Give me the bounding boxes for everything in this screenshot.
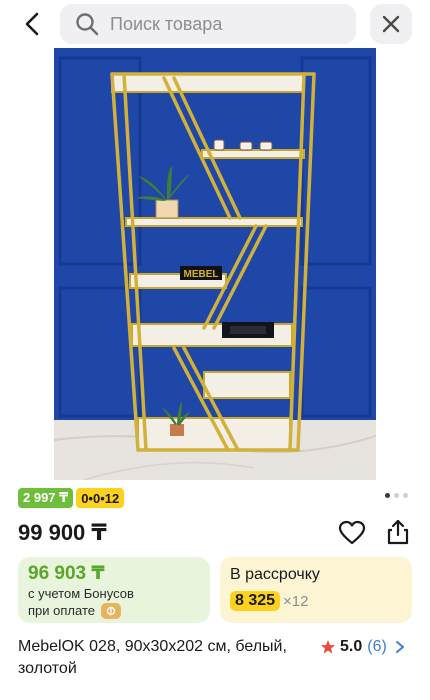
share-icon: [387, 519, 409, 545]
rating-score: 5.0: [340, 638, 363, 655]
search-icon: [76, 13, 99, 36]
bonus-note-line1: с учетом Бонусов: [28, 586, 134, 601]
pagination-dot[interactable]: [403, 493, 408, 498]
share-button[interactable]: [384, 518, 412, 546]
gallery-pagination: [385, 493, 408, 498]
installment-amount: 8 325: [230, 591, 281, 611]
heart-icon: [338, 520, 366, 545]
installment-card[interactable]: В рассрочку 8 325 ×12: [220, 557, 412, 623]
search-input[interactable]: Поиск товара: [60, 4, 356, 44]
chevron-right-icon: [395, 641, 404, 653]
chevron-left-icon: [25, 12, 39, 36]
brand-sign-text: MEBEL: [184, 269, 219, 280]
bonus-price: 96 903 ₸: [28, 563, 105, 584]
bonus-note-line2: при оплате: [28, 603, 95, 618]
rating-link[interactable]: 5.0 (6): [320, 636, 405, 658]
favorite-button[interactable]: [338, 520, 366, 546]
review-count[interactable]: (6): [367, 638, 387, 656]
installment-multiplier: ×12: [283, 592, 309, 610]
search-placeholder: Поиск товара: [110, 13, 223, 34]
star-icon: [321, 640, 335, 654]
bonus-price-card[interactable]: 96 903 ₸ с учетом Бонусов при оплате: [18, 557, 210, 623]
installment-badge: 0•0•12: [76, 488, 125, 508]
product-price: 99 900 ₸: [18, 520, 107, 545]
installment-title: В рассрочку: [230, 566, 320, 583]
product-image[interactable]: MEBEL: [54, 48, 376, 480]
close-button[interactable]: [370, 4, 412, 44]
product-title: MebelOK 028, 90x30x202 см, белый, золото…: [18, 638, 287, 677]
bonus-coin-icon: [100, 602, 121, 619]
product-photo: MEBEL: [54, 48, 376, 480]
promo-badges: 2 997 ₸ 0•0•12: [18, 488, 125, 508]
top-bar: Поиск товара: [0, 0, 430, 48]
pagination-dot-active[interactable]: [385, 493, 390, 498]
pagination-dot[interactable]: [394, 493, 399, 498]
back-button[interactable]: [14, 6, 50, 42]
close-icon: [382, 15, 400, 33]
bonus-badge: 2 997 ₸: [18, 488, 74, 508]
